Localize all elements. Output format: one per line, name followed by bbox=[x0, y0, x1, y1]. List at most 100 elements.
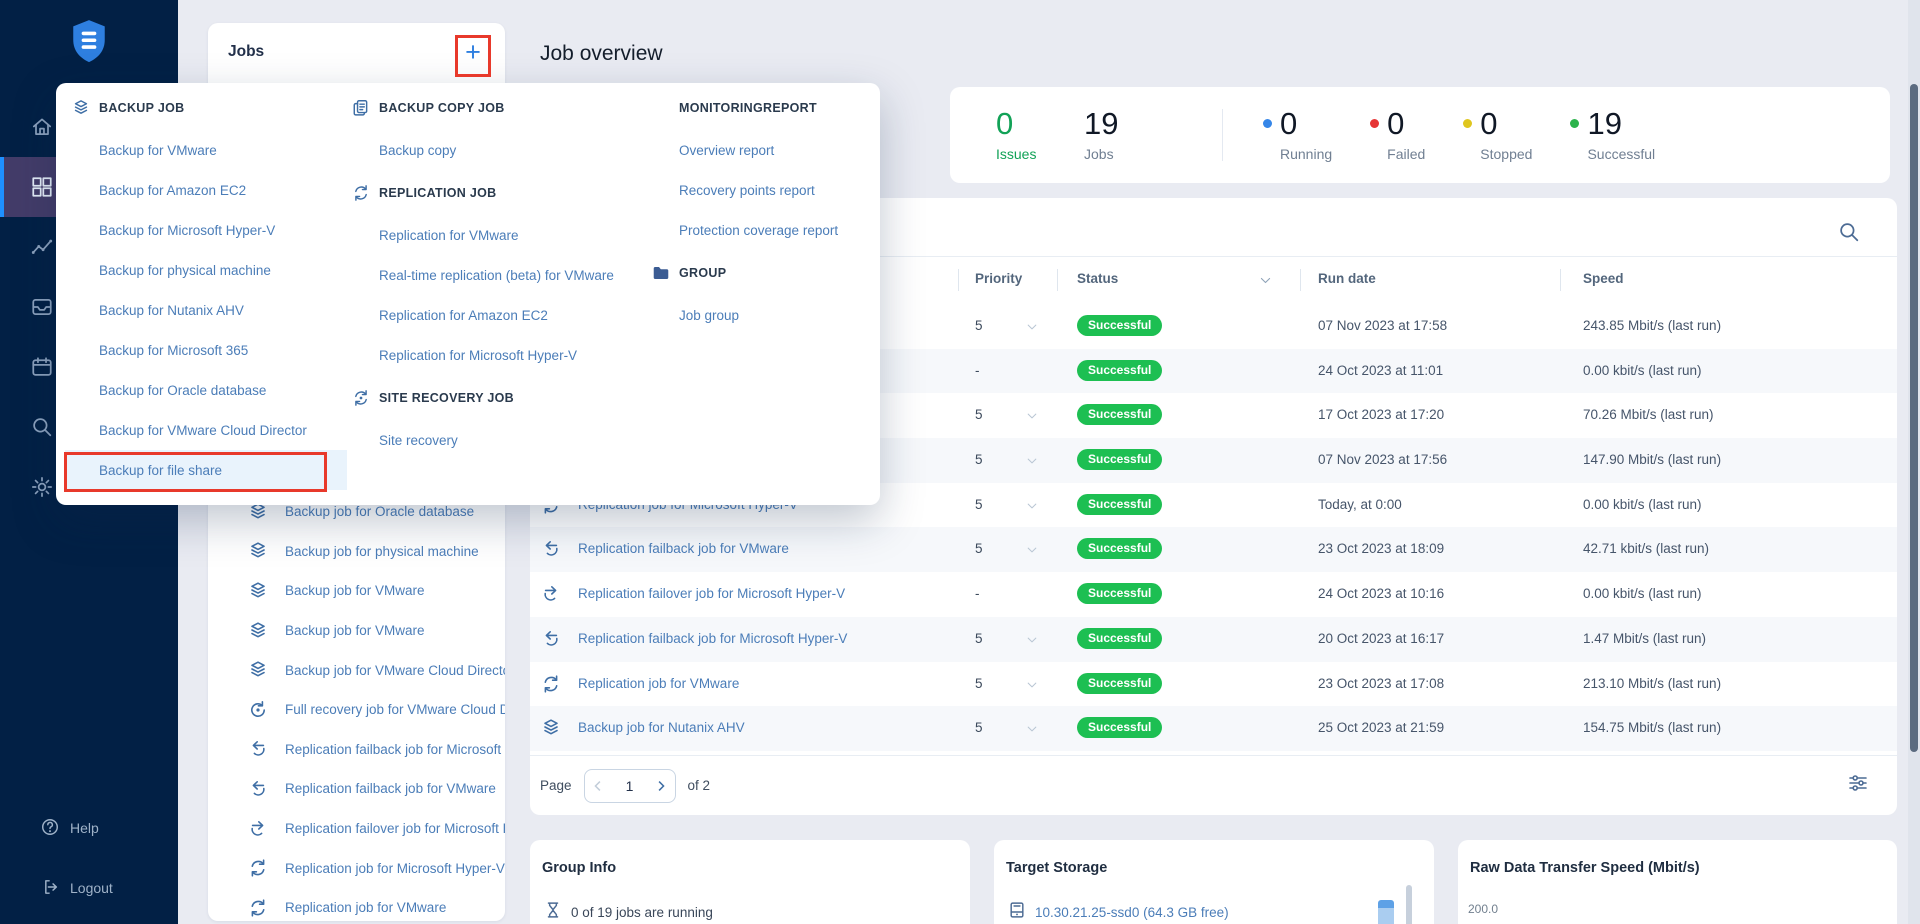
menu-item[interactable]: Backup for file share bbox=[65, 450, 347, 490]
status-badge: Successful bbox=[1077, 315, 1162, 336]
stack-job-icon bbox=[247, 540, 269, 562]
menu-item[interactable]: Backup for VMware Cloud Director bbox=[71, 410, 337, 450]
card-scrollbar[interactable] bbox=[1406, 885, 1412, 924]
job-name-link[interactable]: Replication failover job for Microsoft H… bbox=[578, 586, 845, 601]
job-list-label: Backup job for Oracle database bbox=[285, 504, 474, 519]
status-badge: Successful bbox=[1077, 494, 1162, 515]
menu-item[interactable]: Replication for Amazon EC2 bbox=[351, 295, 639, 335]
stat-successful: 19Successful bbox=[1570, 108, 1655, 163]
priority-chevron-down-icon[interactable] bbox=[1025, 633, 1039, 647]
table-row[interactable]: Replication failback job for VMware5Succ… bbox=[530, 527, 1897, 572]
status-badge: Successful bbox=[1077, 360, 1162, 381]
stat-label: Successful bbox=[1587, 146, 1655, 162]
window-scrollbar-thumb[interactable] bbox=[1910, 84, 1918, 752]
target-storage-title: Target Storage bbox=[994, 840, 1434, 876]
run-date-value: 24 Oct 2023 at 11:01 bbox=[1318, 363, 1443, 378]
status-dot-icon bbox=[1570, 119, 1579, 128]
storage-disk-icon bbox=[1007, 900, 1027, 924]
menu-item[interactable]: Backup for Microsoft 365 bbox=[71, 330, 337, 370]
menu-section-title: SITE RECOVERY JOB bbox=[379, 391, 514, 405]
help-button[interactable]: Help bbox=[0, 808, 178, 848]
priority-value: - bbox=[975, 363, 980, 378]
prev-page-button[interactable] bbox=[585, 770, 612, 802]
column-header-speed[interactable]: Speed bbox=[1583, 271, 1624, 286]
menu-item[interactable]: Backup for Amazon EC2 bbox=[71, 170, 337, 210]
menu-item[interactable]: Site recovery bbox=[351, 420, 639, 460]
jobs-list-item[interactable]: Backup job for physical machine bbox=[208, 532, 505, 572]
stack-job-icon bbox=[247, 659, 269, 681]
jobs-list-item[interactable]: Backup job for VMware bbox=[208, 571, 505, 611]
job-name-link[interactable]: Backup job for Nutanix AHV bbox=[578, 720, 745, 735]
home-icon bbox=[30, 115, 54, 139]
status-sort-chevron-down-icon[interactable] bbox=[1258, 273, 1273, 288]
run-date-value: 07 Nov 2023 at 17:56 bbox=[1318, 452, 1447, 467]
jobs-list-item[interactable]: Backup job for VMware bbox=[208, 611, 505, 651]
page-total-label: of 2 bbox=[688, 778, 711, 793]
priority-chevron-down-icon[interactable] bbox=[1025, 678, 1039, 692]
priority-chevron-down-icon[interactable] bbox=[1025, 499, 1039, 513]
table-row[interactable]: Backup job for Nutanix AHV5Successful25 … bbox=[530, 706, 1897, 751]
menu-item[interactable]: Backup for physical machine bbox=[71, 250, 337, 290]
logout-button[interactable]: Logout bbox=[0, 868, 178, 908]
menu-item[interactable]: Backup for Oracle database bbox=[71, 370, 337, 410]
jobs-list-item[interactable]: Replication failback job for VMware bbox=[208, 769, 505, 809]
stat-label: Failed bbox=[1387, 146, 1425, 162]
speed-value: 0.00 kbit/s (last run) bbox=[1583, 497, 1702, 512]
menu-item[interactable]: Backup copy bbox=[351, 130, 639, 170]
replication-job-icon bbox=[540, 673, 562, 695]
job-name-link[interactable]: Replication failback job for Microsoft H… bbox=[578, 631, 847, 646]
priority-chevron-down-icon[interactable] bbox=[1025, 320, 1039, 334]
jobs-list-item[interactable]: Replication job for Microsoft Hyper-V bbox=[208, 848, 505, 888]
jobs-list-item[interactable]: Replication failover job for Microsoft H… bbox=[208, 809, 505, 849]
logout-icon bbox=[40, 877, 60, 900]
menu-item[interactable]: Recovery points report bbox=[651, 170, 865, 210]
failover-job-icon bbox=[247, 818, 269, 840]
job-name-link[interactable]: Replication job for VMware bbox=[578, 676, 739, 691]
menu-item[interactable]: Overview report bbox=[651, 130, 865, 170]
menu-section-title: BACKUP COPY JOB bbox=[379, 101, 505, 115]
jobs-list-item[interactable]: Replication job for VMware bbox=[208, 888, 505, 924]
storage-link[interactable]: 10.30.21.25-ssd0 (64.3 GB free) bbox=[1035, 905, 1229, 920]
run-date-value: 24 Oct 2023 at 10:16 bbox=[1318, 586, 1444, 601]
table-row[interactable]: Replication failback job for Microsoft H… bbox=[530, 617, 1897, 662]
table-row[interactable]: Replication failover job for Microsoft H… bbox=[530, 572, 1897, 617]
search-icon[interactable] bbox=[1837, 220, 1861, 244]
priority-value: - bbox=[975, 586, 980, 601]
filter-sliders-icon[interactable] bbox=[1847, 772, 1869, 794]
transfer-speed-card: Raw Data Transfer Speed (Mbit/s) 200.0 bbox=[1458, 840, 1897, 924]
failback-job-icon bbox=[247, 778, 269, 800]
menu-item[interactable]: Protection coverage report bbox=[651, 210, 865, 250]
add-job-button[interactable]: + bbox=[457, 34, 489, 70]
next-page-button[interactable] bbox=[648, 770, 675, 802]
speed-value: 0.00 kbit/s (last run) bbox=[1583, 363, 1702, 378]
stack-job-icon bbox=[540, 717, 562, 739]
column-header-run-date[interactable]: Run date bbox=[1318, 271, 1376, 286]
menu-item[interactable]: Replication for Microsoft Hyper-V bbox=[351, 335, 639, 375]
page-stepper: 1 bbox=[584, 769, 676, 803]
stack-job-icon bbox=[247, 580, 269, 602]
target-storage-card: Target Storage 10.30.21.25-ssd0 (64.3 GB… bbox=[994, 840, 1434, 924]
menu-item[interactable]: Backup for Nutanix AHV bbox=[71, 290, 337, 330]
priority-chevron-down-icon[interactable] bbox=[1025, 543, 1039, 557]
jobs-list-item[interactable]: Full recovery job for VMware Cloud Direc… bbox=[208, 690, 505, 730]
page-number-input[interactable]: 1 bbox=[612, 778, 648, 794]
priority-chevron-down-icon[interactable] bbox=[1025, 409, 1039, 423]
column-header-priority[interactable]: Priority bbox=[975, 271, 1022, 286]
menu-item[interactable]: Replication for VMware bbox=[351, 215, 639, 255]
pagination: Page 1 of 2 bbox=[530, 755, 1897, 815]
menu-item[interactable]: Real-time replication (beta) for VMware bbox=[351, 255, 639, 295]
jobs-list-item[interactable]: Replication failback job for Microsoft H… bbox=[208, 730, 505, 770]
menu-item[interactable]: Backup for Microsoft Hyper-V bbox=[71, 210, 337, 250]
table-row[interactable]: Replication job for VMware5Successful23 … bbox=[530, 662, 1897, 707]
priority-chevron-down-icon[interactable] bbox=[1025, 454, 1039, 468]
priority-chevron-down-icon[interactable] bbox=[1025, 722, 1039, 736]
job-list-label: Replication job for VMware bbox=[285, 900, 446, 915]
job-name-link[interactable]: Replication failback job for VMware bbox=[578, 541, 789, 556]
menu-item[interactable]: Backup for VMware bbox=[71, 130, 337, 170]
failback-job-icon bbox=[540, 538, 562, 560]
jobs-list-item[interactable]: Backup job for VMware Cloud Director bbox=[208, 650, 505, 690]
job-list-label: Backup job for VMware Cloud Director bbox=[285, 663, 505, 678]
grid-icon bbox=[30, 175, 54, 199]
menu-item[interactable]: Job group bbox=[651, 295, 865, 335]
column-header-status[interactable]: Status bbox=[1077, 271, 1118, 286]
